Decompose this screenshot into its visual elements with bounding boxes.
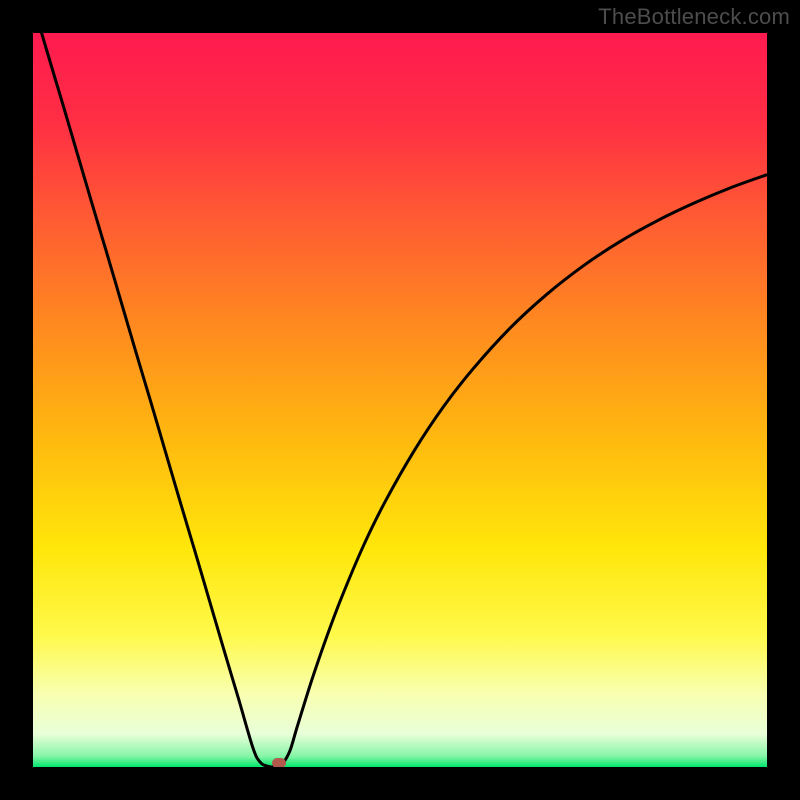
gradient-background: [33, 33, 767, 767]
watermark-text: TheBottleneck.com: [598, 4, 790, 30]
optimal-point-marker: [272, 758, 286, 767]
plot-area: [33, 33, 767, 767]
chart-svg: [33, 33, 767, 767]
chart-frame: TheBottleneck.com: [0, 0, 800, 800]
